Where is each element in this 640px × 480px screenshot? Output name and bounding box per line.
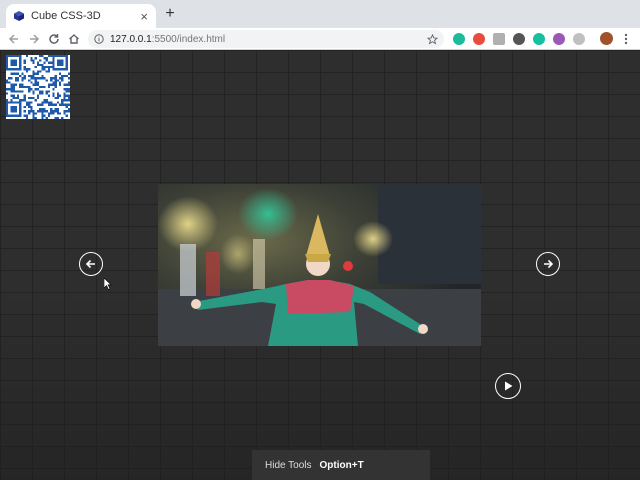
play-icon [505, 381, 513, 391]
extension-icon[interactable] [473, 33, 485, 45]
bookmark-star-icon[interactable] [427, 33, 438, 45]
extension-icon[interactable] [453, 33, 465, 45]
tools-bar[interactable]: Hide Tools Option+T [252, 450, 430, 480]
extension-icon[interactable] [533, 33, 545, 45]
cube-favicon-icon [14, 11, 24, 21]
tab-title: Cube CSS-3D [31, 10, 101, 22]
url-path: :5500/index.html [151, 33, 226, 45]
page-viewport [0, 50, 640, 480]
url-text: 127.0.0.1:5500/index.html [110, 34, 427, 45]
more-vertical-icon [624, 33, 628, 45]
mouse-pointer-icon [104, 278, 112, 290]
browser-toolbar: 127.0.0.1:5500/index.html [0, 28, 640, 50]
extension-icon[interactable] [553, 33, 565, 45]
arrow-left-icon [85, 259, 95, 269]
info-icon [94, 34, 104, 44]
extension-icon[interactable] [513, 33, 525, 45]
autoplay-button[interactable] [495, 373, 521, 399]
url-host: 127.0.0.1 [110, 33, 152, 45]
tab-strip: Cube CSS-3D × + [0, 0, 640, 28]
browser-tab[interactable]: Cube CSS-3D × [6, 4, 156, 28]
back-arrow-icon [8, 34, 18, 44]
dancer-photo [158, 184, 481, 346]
new-tab-button[interactable]: + [162, 5, 178, 23]
reload-icon [49, 34, 59, 44]
home-icon [69, 34, 79, 44]
forward-arrow-icon [30, 34, 40, 44]
forward-button[interactable] [26, 31, 42, 47]
arrow-right-icon [544, 259, 554, 269]
extension-icon[interactable] [493, 33, 505, 45]
extension-icon[interactable] [573, 33, 585, 45]
browser-menu-button[interactable] [618, 31, 634, 47]
hide-tools-shortcut: Option+T [319, 459, 364, 471]
profile-avatar[interactable] [600, 32, 613, 45]
tab-close-button[interactable]: × [140, 10, 148, 23]
address-bar[interactable]: 127.0.0.1:5500/index.html [88, 30, 444, 48]
qr-code-icon [6, 55, 70, 119]
hide-tools-label[interactable]: Hide Tools [265, 460, 312, 471]
cube-front-face-image [158, 184, 481, 346]
back-button[interactable] [6, 31, 22, 47]
next-face-button[interactable] [536, 252, 560, 276]
prev-face-button[interactable] [79, 252, 103, 276]
home-button[interactable] [66, 31, 82, 47]
reload-button[interactable] [46, 31, 62, 47]
